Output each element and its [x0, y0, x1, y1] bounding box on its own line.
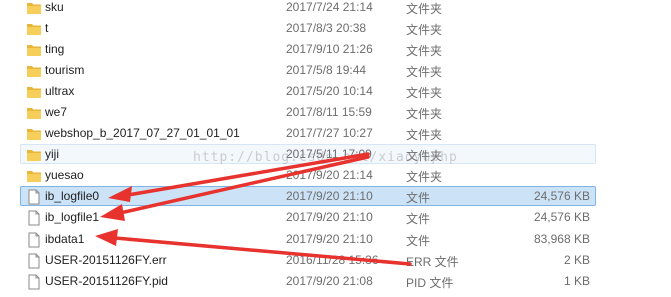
file-name: ibdata1: [45, 232, 85, 246]
file-type: 文件夹: [406, 128, 443, 142]
file-date: 2017/5/20 10:14: [286, 84, 373, 98]
file-icon: [28, 189, 40, 205]
file-row[interactable]: tourism 2017/5/8 19:44 文件夹: [20, 60, 596, 80]
file-row[interactable]: ib_logfile0 2017/9/20 21:10 文件 24,576 KB: [20, 186, 596, 206]
file-name: USER-20151126FY.err: [45, 253, 167, 267]
file-date: 2017/7/24 21:14: [286, 0, 373, 14]
file-type: 文件: [406, 191, 431, 205]
file-type: 文件: [406, 234, 431, 248]
file-row[interactable]: sku 2017/7/24 21:14 文件夹: [20, 0, 596, 17]
file-size: 2 KB: [563, 253, 590, 267]
file-type: 文件夹: [406, 107, 443, 121]
file-type: 文件: [406, 212, 431, 226]
file-type: 文件夹: [406, 170, 443, 184]
file-date: 2017/5/11 17:09: [286, 147, 372, 161]
file-name: ultrax: [45, 84, 75, 98]
file-name: webshop_b_2017_07_27_01_01_01: [45, 126, 240, 140]
folder-icon: [27, 150, 41, 161]
file-date: 2017/9/10 21:26: [286, 42, 373, 56]
folder-icon: [27, 3, 41, 14]
folder-icon: [27, 171, 41, 182]
file-type: 文件夹: [406, 86, 443, 100]
file-name: t: [45, 21, 49, 35]
file-icon: [28, 253, 40, 269]
file-type: PID 文件: [406, 276, 454, 290]
file-date: 2017/9/20 21:14: [286, 168, 373, 182]
file-date: 2017/9/20 21:08: [286, 274, 373, 288]
file-type: 文件夹: [406, 44, 443, 58]
folder-icon: [27, 129, 41, 140]
file-size: 83,968 KB: [533, 232, 590, 246]
file-row[interactable]: ultrax 2017/5/20 10:14 文件夹: [20, 81, 596, 101]
file-size: 24,576 KB: [533, 210, 590, 224]
file-size: 24,576 KB: [533, 189, 590, 203]
file-icon: [28, 274, 40, 290]
file-icon: [28, 210, 40, 226]
file-row[interactable]: t 2017/8/3 20:38 文件夹: [20, 18, 596, 38]
file-name: tourism: [45, 63, 85, 77]
file-name: ib_logfile0: [45, 189, 100, 203]
file-date: 2017/9/20 21:10: [286, 189, 373, 203]
file-type: 文件夹: [406, 2, 443, 16]
folder-icon: [27, 87, 41, 98]
file-row[interactable]: USER-20151126FY.err 2016/11/28 15:36 ERR…: [20, 250, 596, 270]
file-date: 2017/5/8 19:44: [286, 63, 367, 77]
file-row[interactable]: ib_logfile1 2017/9/20 21:10 文件 24,576 KB: [20, 207, 596, 227]
file-row[interactable]: yuesao 2017/9/20 21:14 文件夹: [20, 165, 596, 185]
file-row[interactable]: ting 2017/9/10 21:26 文件夹: [20, 39, 596, 59]
file-type: 文件夹: [406, 23, 443, 37]
file-date: 2017/8/3 20:38: [286, 21, 367, 35]
file-row[interactable]: USER-20151126FY.pid 2017/9/20 21:08 PID …: [20, 271, 596, 291]
folder-icon: [27, 66, 41, 77]
file-list: sku 2017/7/24 21:14 文件夹 t 2017/8/3 20:38…: [0, 0, 671, 297]
file-name: ib_logfile1: [45, 210, 100, 224]
file-row[interactable]: yiji 2017/5/11 17:09 文件夹: [20, 144, 596, 164]
file-name: ting: [45, 42, 65, 56]
file-name: we7: [45, 105, 68, 119]
file-name: sku: [45, 0, 64, 14]
file-name: USER-20151126FY.pid: [45, 274, 168, 288]
file-date: 2017/9/20 21:10: [286, 232, 373, 246]
file-row[interactable]: webshop_b_2017_07_27_01_01_01 2017/7/27 …: [20, 123, 596, 143]
file-type: 文件夹: [406, 65, 443, 79]
file-date: 2017/8/11 15:59: [286, 105, 372, 119]
folder-icon: [27, 108, 41, 119]
file-date: 2017/7/27 10:27: [286, 126, 373, 140]
file-row[interactable]: we7 2017/8/11 15:59 文件夹: [20, 102, 596, 122]
file-name: yuesao: [45, 168, 84, 182]
file-name: yiji: [45, 147, 59, 161]
file-date: 2016/11/28 15:36: [286, 253, 379, 267]
file-type: ERR 文件: [406, 255, 459, 269]
file-type: 文件夹: [406, 149, 443, 163]
folder-icon: [27, 45, 41, 56]
file-row[interactable]: ibdata1 2017/9/20 21:10 文件 83,968 KB: [20, 229, 596, 249]
file-icon: [28, 232, 40, 248]
file-size: 1 KB: [563, 274, 590, 288]
file-date: 2017/9/20 21:10: [286, 210, 373, 224]
folder-icon: [27, 24, 41, 35]
